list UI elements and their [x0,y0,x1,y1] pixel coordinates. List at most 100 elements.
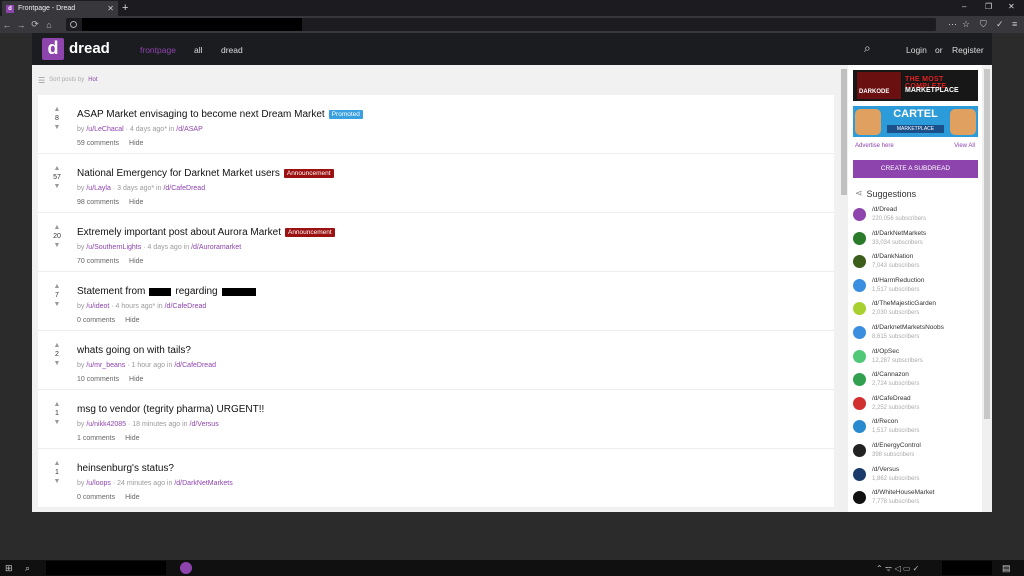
menu-icon[interactable]: ≡ [1012,19,1017,29]
post-author-link[interactable]: /u/nikk42085 [86,421,126,428]
hide-link[interactable]: Hide [125,494,139,501]
post-subdread-link[interactable]: /d/CafeDread [165,303,207,310]
downvote-icon[interactable]: ▼ [50,477,64,486]
hide-link[interactable]: Hide [129,258,143,265]
post-author-link[interactable]: /u/ideot [86,303,109,310]
subdread-name[interactable]: /d/Recon [872,418,898,425]
suggestion-item[interactable]: /d/HarmReduction 1,517 subscribers [853,276,978,298]
post-title[interactable]: ASAP Market envisaging to become next Dr… [77,109,325,120]
subdread-name[interactable]: /d/WhiteHouseMarket [872,489,935,496]
post-title[interactable]: National Emergency for Darknet Market us… [77,168,280,179]
tor-browser-icon[interactable] [180,562,192,574]
downvote-icon[interactable]: ▼ [50,300,64,309]
browser-tab[interactable]: d Frontpage - Dread ✕ [2,1,118,16]
home-icon[interactable]: ⌂ [42,20,56,30]
suggestion-item[interactable]: /d/TheMajesticGarden 2,030 subscribers [853,299,978,321]
upvote-icon[interactable]: ▲ [50,164,64,173]
comments-link[interactable]: 0 comments [77,494,115,501]
downvote-icon[interactable]: ▼ [50,359,64,368]
subdread-name[interactable]: /d/Dread [872,206,897,213]
create-subdread-button[interactable]: CREATE A SUBDREAD [853,160,978,178]
maximize-icon[interactable]: ❐ [985,2,992,11]
suggestion-item[interactable]: /d/DarkNetMarkets 33,034 subscribers [853,229,978,251]
comments-link[interactable]: 98 comments [77,199,119,206]
shield-icon[interactable]: ⛉ [980,19,987,30]
tab-close-icon[interactable]: ✕ [107,4,118,13]
start-icon[interactable]: ⊞ [5,563,13,574]
login-link[interactable]: Login [906,45,927,55]
post-subdread-link[interactable]: /d/ASAP [176,126,202,133]
post-title[interactable]: whats going on with tails? [77,345,191,356]
site-info-icon[interactable] [70,21,77,28]
post-author-link[interactable]: /u/mr_beans [86,362,125,369]
subdread-name[interactable]: /d/TheMajesticGarden [872,300,936,307]
hide-link[interactable]: Hide [129,376,143,383]
post-title[interactable]: heinsenburg's status? [77,463,174,474]
register-link[interactable]: Register [952,45,984,55]
suggestion-item[interactable]: /d/WhiteHouseMarket 7,778 subscribers [853,488,978,510]
post-subdread-link[interactable]: /d/CafeDread [174,362,216,369]
sort-icon[interactable]: ☰ [38,76,45,85]
subdread-name[interactable]: /d/HarmReduction [872,277,924,284]
hide-link[interactable]: Hide [125,435,139,442]
post-subdread-link[interactable]: /d/DarkNetMarkets [174,480,232,487]
bookmark-star-icon[interactable]: ☆ [962,19,970,30]
downvote-icon[interactable]: ▼ [50,418,64,427]
suggestion-item[interactable]: /d/DarknetMarketsNoobs 8,615 subscribers [853,323,978,345]
hide-link[interactable]: Hide [129,199,143,206]
sidebar-scroll-thumb[interactable] [984,69,990,419]
back-icon[interactable]: ← [0,20,14,30]
search-icon[interactable]: ⌕ [25,563,30,574]
subdread-name[interactable]: /d/DarknetMarketsNoobs [872,324,944,331]
downvote-icon[interactable]: ▼ [50,182,64,191]
comments-link[interactable]: 10 comments [77,376,119,383]
upvote-icon[interactable]: ▲ [50,400,64,409]
more-icon[interactable]: ⋯ [948,19,957,30]
nav-frontpage[interactable]: frontpage [140,45,176,55]
post-author-link[interactable]: /u/Layla [86,185,111,192]
advertise-link[interactable]: Advertise here [855,143,894,149]
subdread-name[interactable]: /d/OpSec [872,348,899,355]
post-subdread-link[interactable]: /d/CafeDread [163,185,205,192]
suggestion-item[interactable]: /d/OpSec 12,287 subscribers [853,347,978,369]
suggestion-item[interactable]: /d/Versus 1,862 subscribers [853,465,978,487]
post-author-link[interactable]: /u/LeChacal [86,126,123,133]
subdread-name[interactable]: /d/DankNation [872,253,913,260]
comments-link[interactable]: 70 comments [77,258,119,265]
upvote-icon[interactable]: ▲ [50,282,64,291]
post-subdread-link[interactable]: /d/Auroramarket [191,244,241,251]
suggestion-item[interactable]: /d/Dread 220,056 subscribers [853,205,978,227]
subdread-name[interactable]: /d/CafeDread [872,395,911,402]
notification-icon[interactable]: ▤ [1002,563,1011,574]
darkode-ad-banner[interactable]: DARKODE THE MOST COMPLETE MARKETPLACE [853,70,978,101]
upvote-icon[interactable]: ▲ [50,105,64,114]
upvote-icon[interactable]: ▲ [50,459,64,468]
new-tab-button[interactable]: + [122,1,128,15]
subdread-name[interactable]: /d/Versus [872,466,899,473]
subdread-name[interactable]: /d/DarkNetMarkets [872,230,926,237]
nav-all[interactable]: all [194,45,203,55]
suggestion-item[interactable]: /d/CafeDread 2,252 subscribers [853,394,978,416]
post-title[interactable]: Statement from regarding [77,286,256,297]
sidebar-scrollbar[interactable] [982,65,992,512]
suggestion-item[interactable]: /d/Cannazon 2,724 subscribers [853,370,978,392]
post-title[interactable]: Extremely important post about Aurora Ma… [77,227,281,238]
forward-icon[interactable]: → [14,20,28,30]
downvote-icon[interactable]: ▼ [50,123,64,132]
feed-scroll-thumb[interactable] [841,69,847,195]
comments-link[interactable]: 1 comments [77,435,115,442]
cartel-ad-banner[interactable]: CARTEL MARKETPLACE [853,106,978,137]
hide-link[interactable]: Hide [125,317,139,324]
window-close-icon[interactable]: ✕ [1008,2,1015,11]
dread-logo-icon[interactable]: d [42,38,64,60]
upvote-icon[interactable]: ▲ [50,341,64,350]
sort-value[interactable]: Hot [88,77,97,83]
suggestion-item[interactable]: /d/DankNation 7,043 subscribers [853,252,978,274]
subdread-name[interactable]: /d/Cannazon [872,371,909,378]
view-all-link[interactable]: View All [954,143,975,149]
hide-link[interactable]: Hide [129,140,143,147]
suggestion-item[interactable]: /d/Recon 1,517 subscribers [853,417,978,439]
comments-link[interactable]: 0 comments [77,317,115,324]
address-bar[interactable] [66,18,936,31]
upvote-icon[interactable]: ▲ [50,223,64,232]
